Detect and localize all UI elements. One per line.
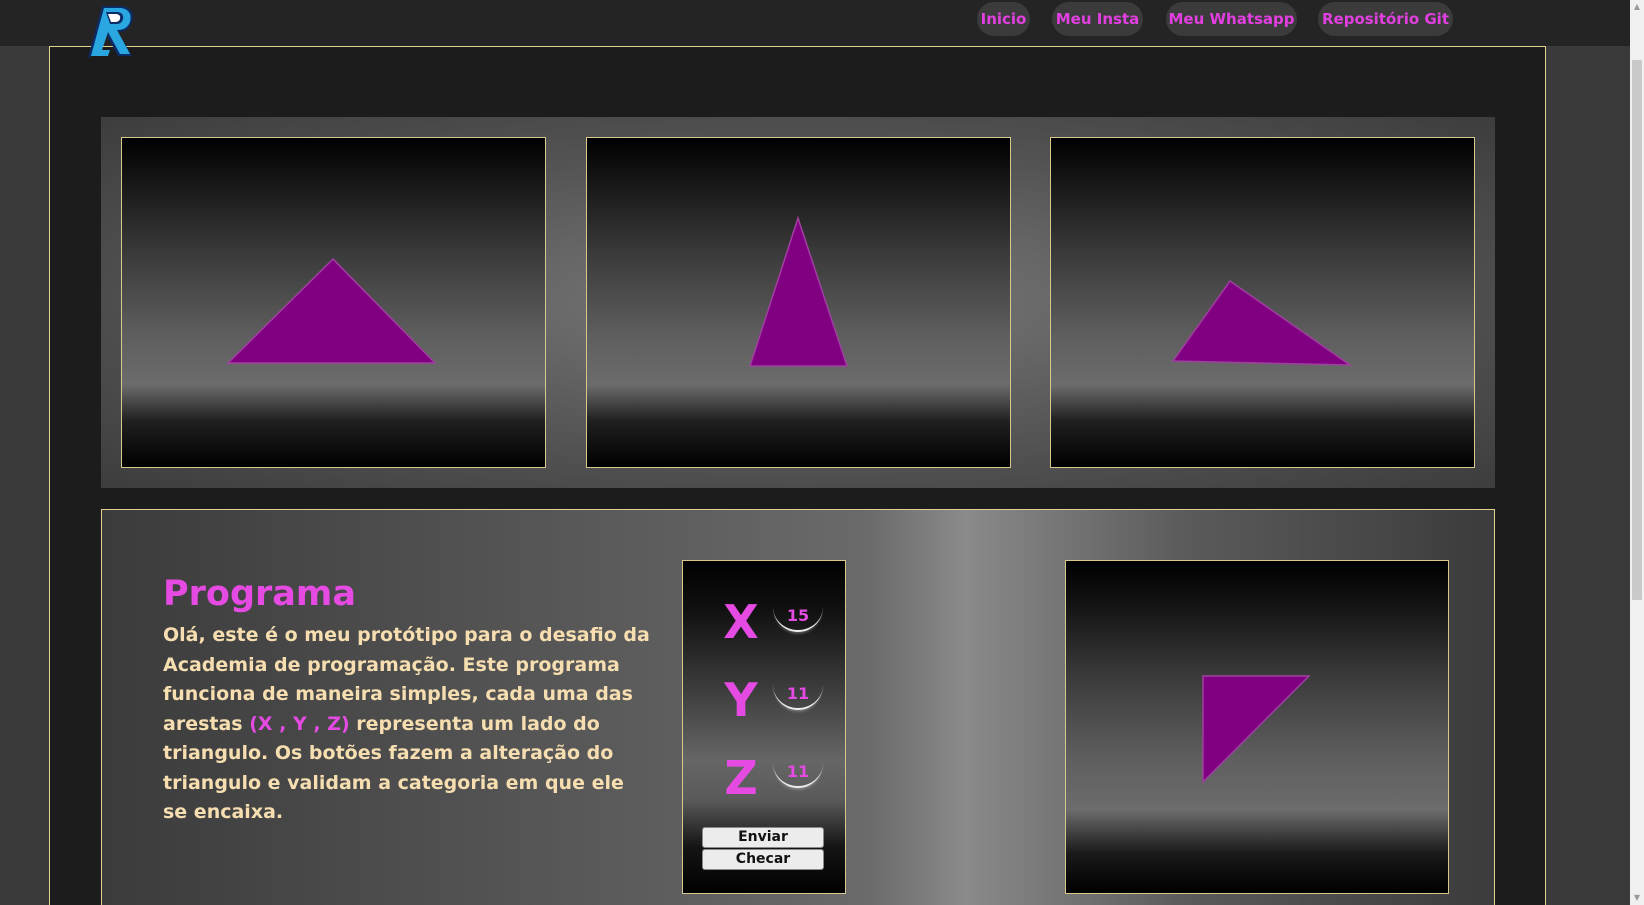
gallery-triangle-1 xyxy=(226,257,437,364)
gallery-tile-2 xyxy=(586,137,1011,468)
nav-meu-insta[interactable]: Meu Insta xyxy=(1052,2,1143,36)
program-description: Olá, este é o meu protótipo para o desaf… xyxy=(163,621,653,828)
z-label: Z xyxy=(724,751,758,805)
checar-button[interactable]: Checar xyxy=(702,849,824,870)
x-label: X xyxy=(723,595,759,649)
program-section: Programa Olá, este é o meu protótipo par… xyxy=(101,509,1495,905)
y-input[interactable]: 11 xyxy=(773,680,823,710)
gallery-triangle-3 xyxy=(1171,279,1353,366)
program-text-highlight: (X , Y , Z) xyxy=(249,712,350,735)
gallery-triangle-2 xyxy=(748,215,849,367)
nav-meu-whatsapp[interactable]: Meu Whatsapp xyxy=(1166,2,1297,36)
top-navbar: Inicio Meu Insta Meu Whatsapp Repositóri… xyxy=(0,0,1630,46)
y-label: Y xyxy=(724,673,758,727)
x-input[interactable]: 15 xyxy=(773,602,823,632)
enviar-button[interactable]: Enviar xyxy=(702,827,824,848)
page-scrollbar[interactable]: ▲ ▼ xyxy=(1630,0,1644,905)
gallery-tile-3 xyxy=(1050,137,1475,468)
r-logo-icon[interactable] xyxy=(80,0,144,64)
triangle-gallery xyxy=(101,117,1495,488)
z-input[interactable]: 11 xyxy=(773,758,823,788)
triangle-controls: X 15 Y 11 Z 11 Enviar Checar xyxy=(682,560,846,894)
result-triangle xyxy=(1202,675,1311,784)
nav-repositorio-git[interactable]: Repositório Git xyxy=(1318,2,1453,36)
scroll-thumb[interactable] xyxy=(1632,60,1642,600)
scroll-up-icon[interactable]: ▲ xyxy=(1630,0,1644,14)
result-tile xyxy=(1065,560,1449,894)
gallery-tile-1 xyxy=(121,137,546,468)
nav-inicio[interactable]: Inicio xyxy=(977,2,1030,36)
program-title: Programa xyxy=(163,574,356,614)
scroll-down-icon[interactable]: ▼ xyxy=(1630,891,1644,905)
